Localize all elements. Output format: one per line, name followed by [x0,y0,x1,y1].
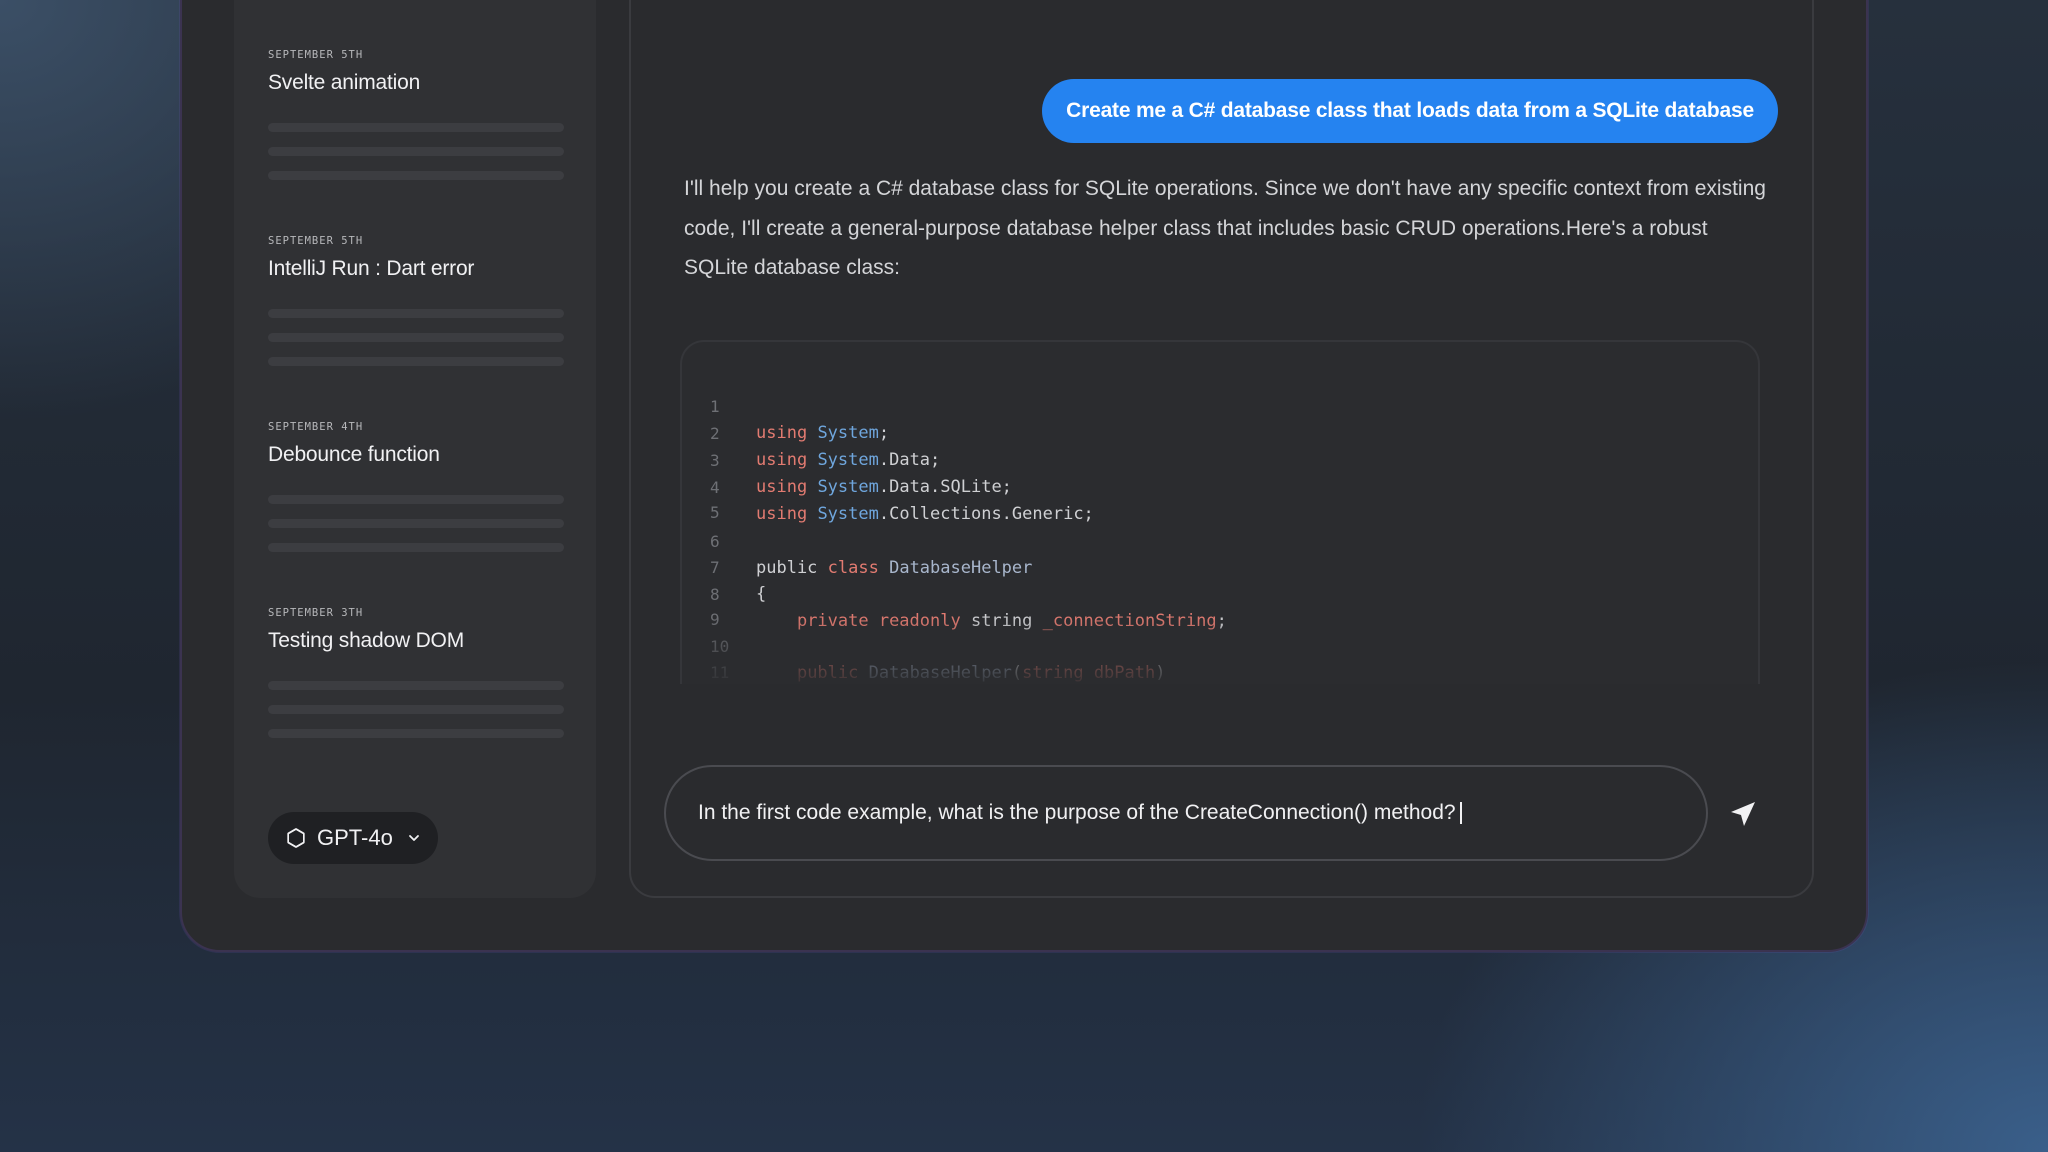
code-line: 8 private readonly string _connectionStr… [682,554,1227,631]
code-line: 10 public DatabaseHelper(string dbPath) [682,606,1165,683]
conversation-title: Svelte animation [268,71,421,94]
conversation-date: SEPTEMBER 5TH [268,49,364,61]
conversation-date: SEPTEMBER 4TH [268,421,364,433]
sidebar: SEPTEMBER 5TH Svelte animation SEPTEMBER… [234,0,596,898]
message-input-text: In the first code example, what is the p… [698,801,1456,824]
conversation-date: SEPTEMBER 3TH [268,607,364,619]
code-line: 7 { [682,527,766,604]
conversation-title: IntelliJ Run : Dart error [268,257,475,280]
send-icon [1731,802,1755,826]
preview-placeholder [268,495,564,504]
model-label: GPT-4o [317,825,393,850]
preview-placeholder [268,171,564,180]
preview-placeholder [268,519,564,528]
line-number: 10 [710,637,730,656]
preview-placeholder [268,357,564,366]
conversation-date: SEPTEMBER 5TH [268,235,364,247]
conversation-item[interactable]: SEPTEMBER 4TH Debounce function [268,421,564,552]
code-line: 2 using System.Data; [682,393,940,470]
code-line: 3 using System.Data.SQLite; [682,420,1012,497]
chat-panel: Create me a C# database class that loads… [629,0,1814,898]
send-button[interactable] [1724,795,1762,833]
code-block: 1 using System; 2 using System.Data; 3 u… [680,340,1760,684]
preview-placeholder [268,681,564,690]
conversation-item[interactable]: SEPTEMBER 3TH Testing shadow DOM [268,607,564,738]
user-message-bubble: Create me a C# database class that loads… [1042,79,1778,143]
assistant-message: I'll help you create a C# database class… [684,177,1766,279]
openai-logo-icon [287,828,305,848]
conversation-title: Debounce function [268,443,440,466]
conversation-item[interactable]: SEPTEMBER 5TH Svelte animation [268,49,564,180]
conversation-title: Testing shadow DOM [268,629,464,652]
preview-placeholder [268,729,564,738]
preview-placeholder [268,705,564,714]
code-line: 11 { [682,632,743,682]
preview-placeholder [268,147,564,156]
code-line: 4 using System.Collections.Generic; [682,447,1094,524]
message-input[interactable]: In the first code example, what is the p… [664,765,1708,861]
preview-placeholder [268,543,564,552]
line-number: 11 [710,663,730,682]
conversation-item[interactable]: SEPTEMBER 5TH IntelliJ Run : Dart error [268,235,564,366]
code-line: 12 _connectionString = $"Data Source={db… [682,658,743,684]
chevron-down-icon [408,835,419,841]
model-selector-button[interactable]: GPT-4o [268,812,438,864]
preview-placeholder [268,309,564,318]
code-line: 6 public class DatabaseHelper [682,501,1032,578]
code-line: 1 using System; [682,366,889,443]
code-line: 5 [682,472,743,522]
preview-placeholder [268,333,564,342]
code-line: 9 [682,579,743,629]
preview-placeholder [268,123,564,132]
text-cursor [1459,802,1462,824]
